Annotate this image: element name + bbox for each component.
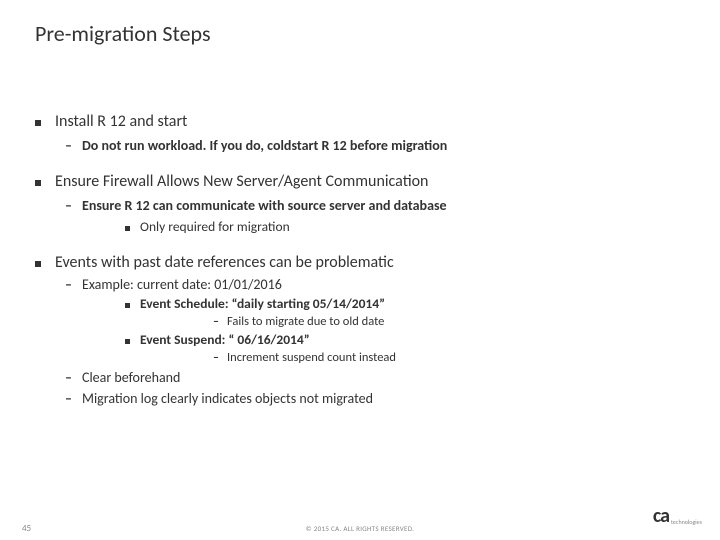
bullet-text: Events with past date references can be …	[55, 253, 394, 272]
sub-sub-sub-bullet: – Fails to migrate due to old date	[213, 314, 685, 329]
square-bullet-icon	[35, 120, 41, 126]
sub-bullet: – Migration log clearly indicates object…	[65, 390, 685, 407]
copyright-text: © 2015 CA. ALL RIGHTS RESERVED.	[306, 524, 415, 533]
content-area: Install R 12 and start – Do not run work…	[35, 112, 685, 425]
square-bullet-icon	[125, 226, 130, 231]
dash-icon: –	[65, 369, 72, 386]
bullet-text: Ensure Firewall Allows New Server/Agent …	[55, 172, 428, 191]
dash-icon: –	[213, 315, 219, 329]
dash-icon: –	[65, 197, 72, 214]
square-bullet-icon	[35, 180, 41, 186]
bullet-text: Event Schedule: “daily starting 05/14/20…	[140, 295, 385, 312]
bullet-text: Install R 12 and start	[55, 112, 187, 131]
sub-bullet: – Example: current date: 01/01/2016 Even…	[65, 276, 685, 365]
page-number: 45	[22, 523, 31, 534]
bullet-text: Event Suspend: “ 06/16/2014”	[140, 331, 310, 348]
logo-text: ca	[653, 504, 669, 528]
dash-icon: –	[213, 351, 219, 365]
sub-bullet: – Ensure R 12 can communicate with sourc…	[65, 197, 685, 235]
sub-bullet: – Clear beforehand	[65, 369, 685, 386]
bullet-text: Migration log clearly indicates objects …	[82, 390, 373, 407]
dash-icon: –	[65, 390, 72, 407]
bullet-text: Example: current date: 01/01/2016	[82, 276, 282, 293]
bullet-text: Fails to migrate due to old date	[227, 314, 384, 329]
square-bullet-icon	[35, 261, 41, 267]
sub-sub-bullet: Event Schedule: “daily starting 05/14/20…	[125, 295, 685, 329]
sub-sub-sub-bullet: – Increment suspend count instead	[213, 350, 685, 365]
bullet-install: Install R 12 and start – Do not run work…	[35, 112, 685, 154]
dash-icon: –	[65, 276, 72, 293]
square-bullet-icon	[125, 303, 130, 308]
bullet-firewall: Ensure Firewall Allows New Server/Agent …	[35, 172, 685, 235]
sub-sub-bullet: Only required for migration	[125, 218, 685, 235]
bullet-text: Increment suspend count instead	[227, 350, 396, 365]
dash-icon: –	[65, 137, 72, 154]
square-bullet-icon	[125, 339, 130, 344]
bullet-text: Only required for migration	[140, 218, 290, 235]
bullet-text: Clear beforehand	[82, 369, 180, 386]
bullet-text: Do not run workload. If you do, coldstar…	[82, 137, 447, 154]
ca-logo: ca technologies	[653, 504, 702, 528]
logo-subtext: technologies	[671, 518, 702, 526]
bullet-text: Ensure R 12 can communicate with source …	[82, 197, 447, 214]
sub-bullet: – Do not run workload. If you do, coldst…	[65, 137, 685, 154]
sub-sub-bullet: Event Suspend: “ 06/16/2014” – Increment…	[125, 331, 685, 365]
page-title: Pre-migration Steps	[35, 20, 211, 47]
bullet-events: Events with past date references can be …	[35, 253, 685, 407]
